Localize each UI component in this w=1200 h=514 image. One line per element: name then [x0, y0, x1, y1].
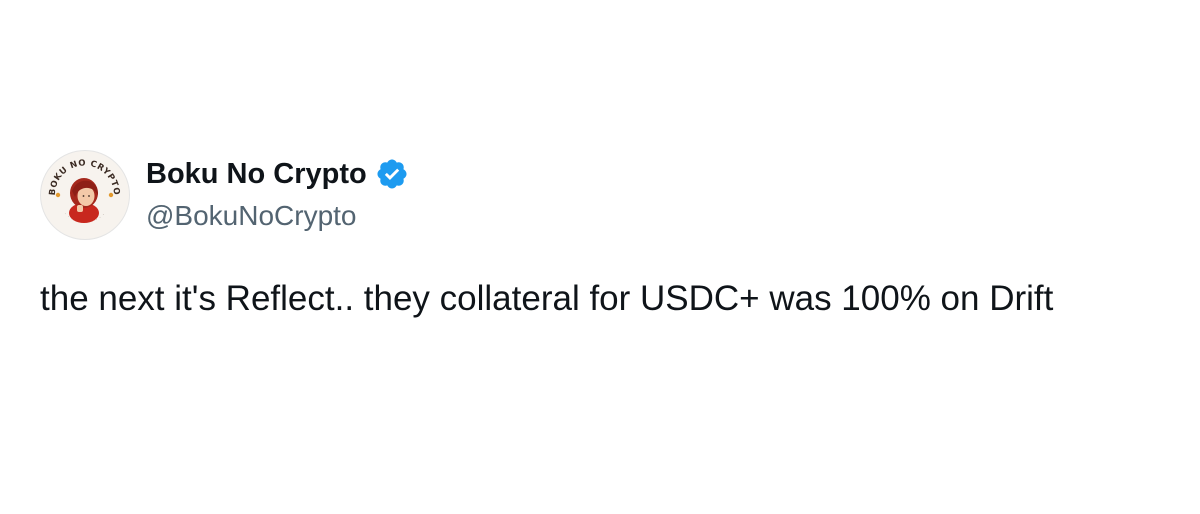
- author-names: Boku No Crypto @BokuNoCrypto: [146, 154, 409, 236]
- avatar[interactable]: BOKU NO CRYPTO · · · · · · · · · · ·: [40, 150, 130, 240]
- author-handle[interactable]: @BokuNoCrypto: [146, 196, 409, 236]
- display-name-row: Boku No Crypto: [146, 154, 409, 194]
- tweet-text: the next it's Reflect.. they collateral …: [40, 279, 1054, 318]
- avatar-logo-image: BOKU NO CRYPTO · · · · · · · · · · ·: [44, 154, 125, 235]
- tweet-header: BOKU NO CRYPTO · · · · · · · · · · · Bok…: [40, 150, 1180, 240]
- verified-badge-icon[interactable]: [375, 157, 409, 191]
- display-name[interactable]: Boku No Crypto: [146, 154, 367, 194]
- tweet-card: BOKU NO CRYPTO · · · · · · · · · · · Bok…: [40, 150, 1180, 322]
